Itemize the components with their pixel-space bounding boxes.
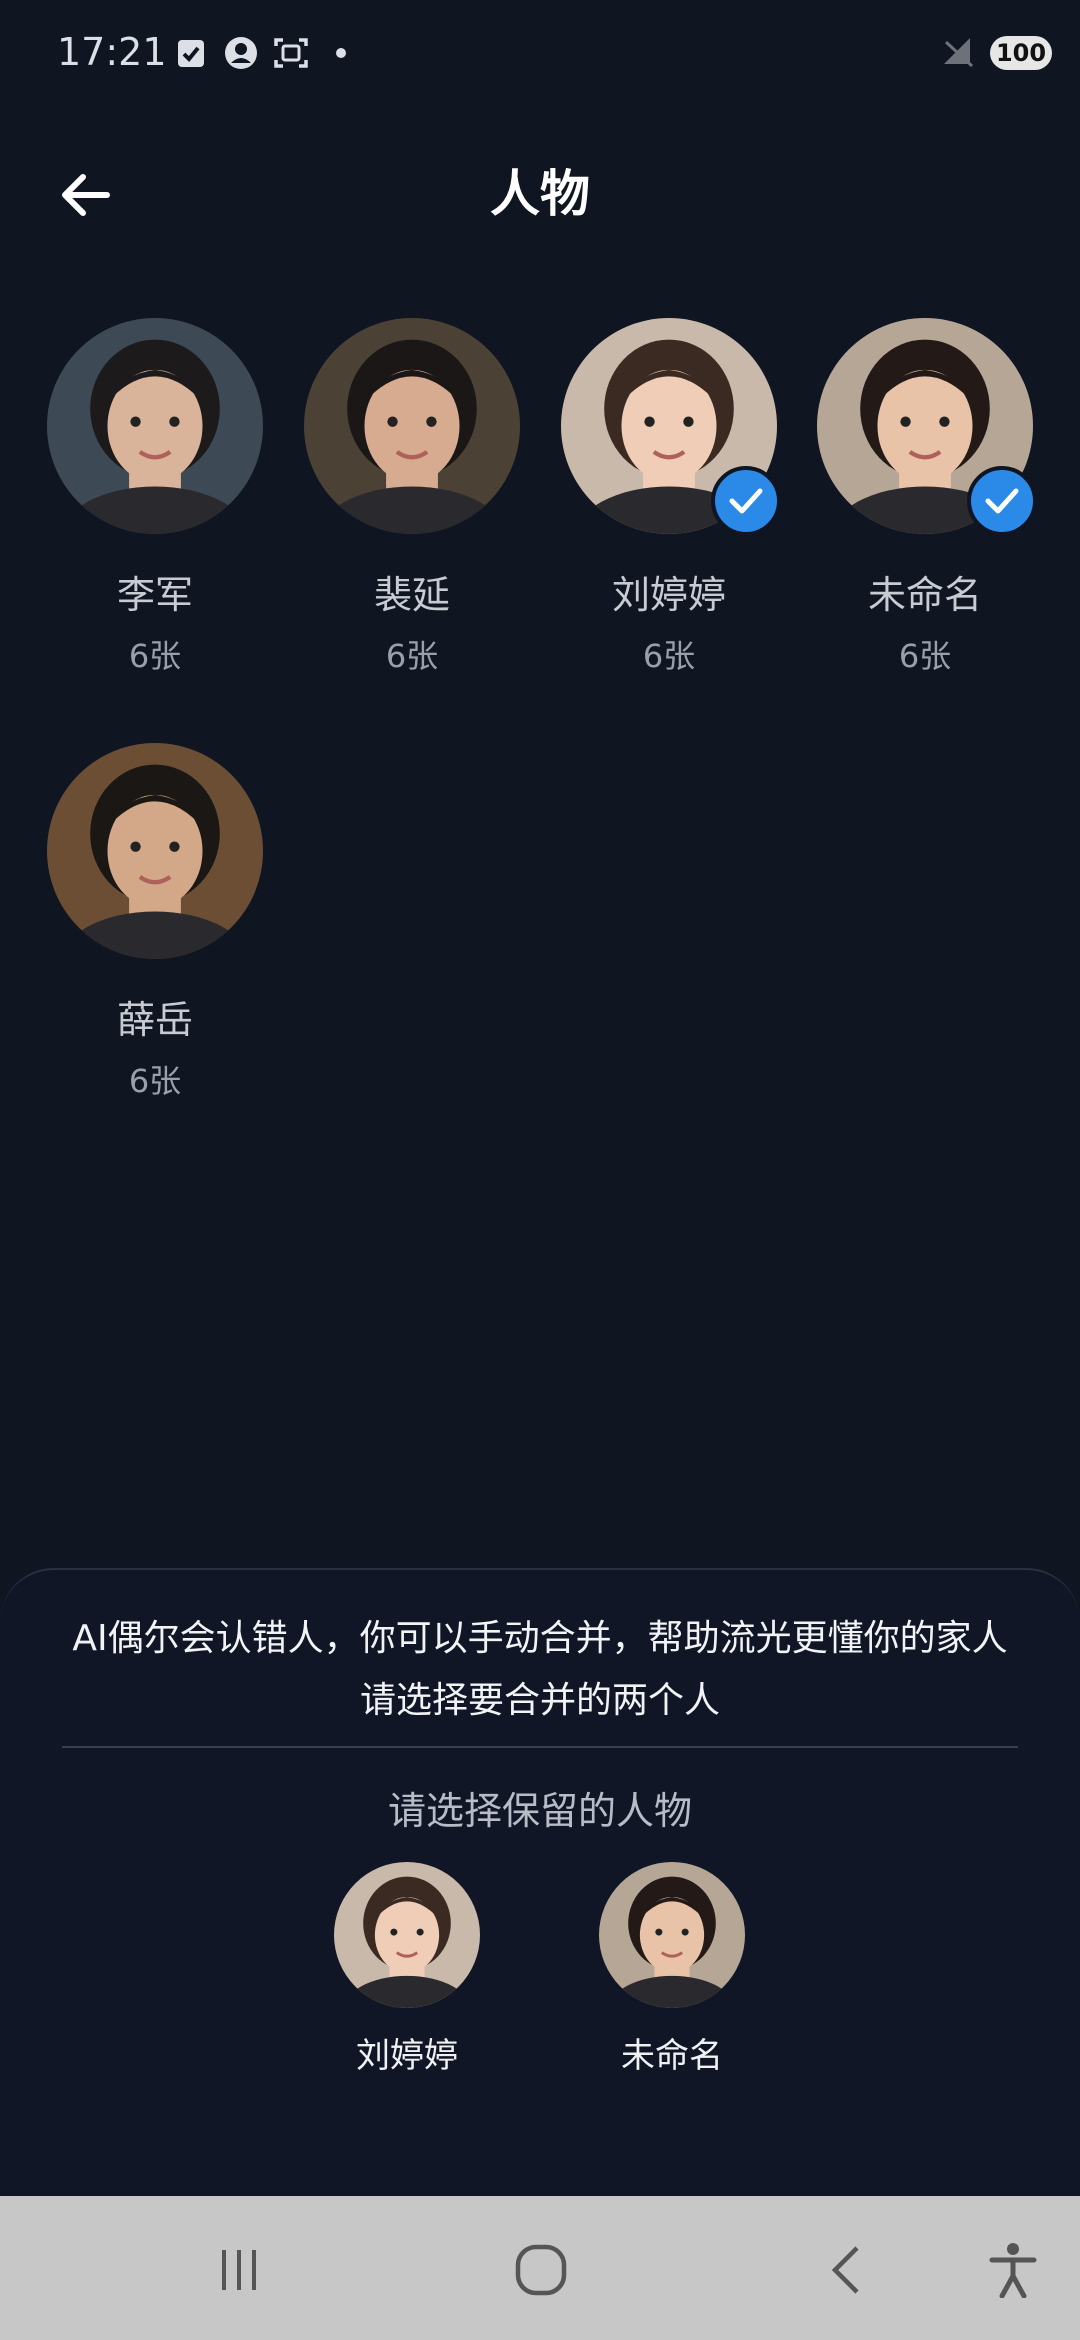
system-nav-bar — [0, 2196, 1080, 2340]
person-card[interactable]: 裴延 6张 — [284, 318, 540, 677]
merge-bottom-sheet: AI偶尔会认错人，你可以手动合并，帮助流光更懂你的家人请选择要合并的两个人 请选… — [0, 1568, 1080, 2196]
person-name: 未命名 — [867, 573, 982, 617]
home-icon — [515, 2244, 567, 2296]
person-avatar — [47, 743, 263, 959]
no-signal-icon — [940, 34, 976, 72]
keep-choice[interactable]: 刘婷婷 — [332, 1862, 482, 2077]
back-icon — [831, 2246, 859, 2294]
battery-indicator: 100 — [990, 36, 1052, 70]
person-card[interactable]: 李军 6张 — [27, 318, 283, 677]
person-avatar — [47, 318, 263, 534]
keep-choice-name: 未命名 — [621, 2036, 723, 2076]
status-bar: 17:21 100 — [0, 0, 1080, 110]
photo-count: 6张 — [898, 637, 952, 675]
nav-back-button[interactable] — [810, 2240, 880, 2300]
divider — [62, 1746, 1018, 1748]
keep-choice-name: 刘婷婷 — [356, 2036, 458, 2076]
photo-count: 6张 — [642, 637, 696, 675]
selected-check-icon — [711, 466, 781, 536]
person-name: 刘婷婷 — [611, 573, 726, 617]
status-time: 17:21 — [57, 30, 167, 74]
accessibility-button[interactable] — [978, 2240, 1048, 2300]
photo-count: 6张 — [385, 637, 439, 675]
person-card[interactable]: 薛岳 6张 — [27, 743, 283, 1102]
keep-choice[interactable]: 未命名 — [597, 1862, 747, 2077]
person-card[interactable]: 刘婷婷 6张 — [541, 318, 797, 677]
person-name: 薛岳 — [116, 998, 193, 1042]
dot-icon — [322, 34, 360, 72]
avatar-wrapper — [47, 743, 263, 959]
recents-icon — [222, 2250, 256, 2290]
home-button[interactable] — [506, 2240, 576, 2300]
person-name: 李军 — [116, 573, 193, 617]
avatar-wrapper — [304, 318, 520, 534]
merge-hint-text: AI偶尔会认错人，你可以手动合并，帮助流光更懂你的家人请选择要合并的两个人 — [72, 1618, 1008, 1721]
person-avatar — [304, 318, 520, 534]
status-icons-right: 100 — [940, 34, 1052, 72]
task-check-icon — [172, 34, 210, 72]
status-icons-left — [172, 34, 372, 72]
avatar-wrapper — [817, 318, 1037, 536]
avatar-wrapper — [47, 318, 263, 534]
avatar-wrapper — [561, 318, 781, 536]
recents-button[interactable] — [204, 2240, 274, 2300]
page-title: 人物 — [490, 165, 590, 223]
person-card[interactable]: 未命名 6张 — [797, 318, 1053, 677]
person-name: 裴延 — [373, 573, 450, 617]
app-header: 人物 — [0, 110, 1080, 260]
keep-choice-avatar — [334, 1862, 480, 2008]
keep-choice-avatar — [599, 1862, 745, 2008]
keep-person-prompt: 请选择保留的人物 — [387, 1789, 692, 1833]
accessibility-icon — [989, 2243, 1037, 2298]
photo-count: 6张 — [128, 637, 182, 675]
selected-check-icon — [967, 466, 1037, 536]
screenshot-icon — [272, 34, 310, 72]
photo-count: 6张 — [128, 1062, 182, 1100]
account-circle-icon — [222, 34, 260, 72]
